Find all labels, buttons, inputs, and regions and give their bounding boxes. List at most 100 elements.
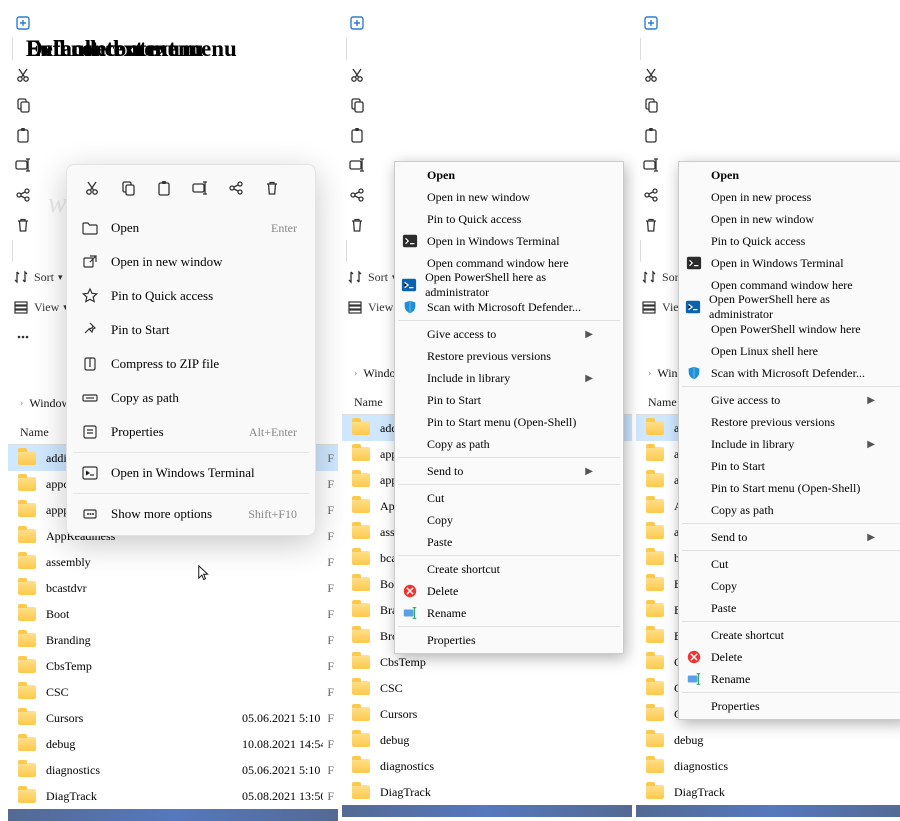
cut-icon[interactable] bbox=[77, 173, 107, 203]
menu-item[interactable]: Delete bbox=[681, 646, 900, 668]
rename-icon[interactable] bbox=[185, 173, 215, 203]
menu-item[interactable]: Open in new window bbox=[681, 208, 900, 230]
menu-item[interactable]: Give access to ▶ bbox=[681, 389, 900, 411]
file-row[interactable]: CbsTemp F bbox=[8, 653, 338, 679]
share-button[interactable] bbox=[8, 180, 38, 210]
menu-item[interactable]: Restore previous versions bbox=[681, 411, 900, 433]
menu-item[interactable]: Cut bbox=[397, 487, 621, 509]
menu-item[interactable]: Create shortcut bbox=[681, 624, 900, 646]
share-button[interactable] bbox=[636, 180, 666, 210]
menu-item[interactable]: Open bbox=[681, 164, 900, 186]
menu-item-icon bbox=[685, 255, 703, 271]
menu-item[interactable]: Pin to Start menu (Open-Shell) bbox=[681, 477, 900, 499]
rename-button[interactable] bbox=[8, 150, 38, 180]
menu-item[interactable]: Open in new window bbox=[397, 186, 621, 208]
menu-properties[interactable]: Properties Alt+Enter bbox=[71, 415, 311, 449]
paste-button[interactable] bbox=[342, 120, 372, 150]
delete-icon[interactable] bbox=[257, 173, 287, 203]
folder-icon bbox=[18, 763, 36, 777]
file-row[interactable]: Cursors 05.06.2021 5:10 F bbox=[8, 705, 338, 731]
file-row[interactable]: Boot F bbox=[8, 601, 338, 627]
menu-item[interactable]: Open PowerShell here as administrator bbox=[397, 274, 621, 296]
file-row[interactable]: DiagTrack bbox=[342, 779, 632, 805]
new-button[interactable] bbox=[636, 8, 666, 38]
menu-item[interactable]: Include in library ▶ bbox=[681, 433, 900, 455]
paste-icon[interactable] bbox=[149, 173, 179, 203]
menu-item[interactable]: Pin to Quick access bbox=[397, 208, 621, 230]
menu-item[interactable]: Properties bbox=[397, 629, 621, 651]
copy-icon[interactable] bbox=[113, 173, 143, 203]
paste-button[interactable] bbox=[636, 120, 666, 150]
menu-item[interactable]: Copy bbox=[681, 575, 900, 597]
menu-item[interactable]: Open in new process bbox=[681, 186, 900, 208]
paste-button[interactable] bbox=[8, 120, 38, 150]
file-row[interactable]: diagnostics bbox=[342, 753, 632, 779]
rename-button[interactable] bbox=[636, 150, 666, 180]
menu-item[interactable]: Properties bbox=[681, 695, 900, 717]
share-button[interactable] bbox=[342, 180, 372, 210]
menu-item[interactable]: Pin to Start bbox=[681, 455, 900, 477]
folder-icon bbox=[646, 629, 664, 643]
copy-button[interactable] bbox=[342, 90, 372, 120]
menu-item[interactable]: Copy as path bbox=[681, 499, 900, 521]
menu-item[interactable]: Open PowerShell here as administrator bbox=[681, 296, 900, 318]
menu-pin-start[interactable]: Pin to Start bbox=[71, 313, 311, 347]
menu-copy-path[interactable]: Copy as path bbox=[71, 381, 311, 415]
file-row[interactable]: diagnostics 05.06.2021 5:10 F bbox=[8, 757, 338, 783]
menu-item[interactable]: Pin to Start bbox=[397, 389, 621, 411]
file-row[interactable]: Branding F bbox=[8, 627, 338, 653]
menu-item[interactable]: Give access to ▶ bbox=[397, 323, 621, 345]
menu-item[interactable]: Rename bbox=[397, 602, 621, 624]
menu-show-more[interactable]: Show more options Shift+F10 bbox=[71, 497, 311, 531]
more-button[interactable] bbox=[8, 322, 38, 352]
menu-item[interactable]: Create shortcut bbox=[397, 558, 621, 580]
menu-open[interactable]: Open Enter bbox=[71, 211, 311, 245]
cut-button[interactable] bbox=[636, 60, 666, 90]
menu-item[interactable]: Copy bbox=[397, 509, 621, 531]
file-row[interactable]: CSC bbox=[342, 675, 632, 701]
file-row[interactable]: bcastdvr F bbox=[8, 575, 338, 601]
file-row[interactable]: Cursors bbox=[342, 701, 632, 727]
cut-button[interactable] bbox=[8, 60, 38, 90]
file-row[interactable]: CSC F bbox=[8, 679, 338, 705]
file-row[interactable]: debug 10.08.2021 14:54 F bbox=[8, 731, 338, 757]
menu-open-terminal[interactable]: Open in Windows Terminal bbox=[71, 456, 311, 490]
cut-button[interactable] bbox=[342, 60, 372, 90]
folder-icon bbox=[18, 529, 36, 543]
file-row[interactable]: assembly F bbox=[8, 549, 338, 575]
menu-item[interactable]: Pin to Quick access bbox=[681, 230, 900, 252]
menu-item[interactable]: Delete bbox=[397, 580, 621, 602]
menu-item[interactable]: Copy as path bbox=[397, 433, 621, 455]
delete-button[interactable] bbox=[8, 210, 38, 240]
rename-button[interactable] bbox=[342, 150, 372, 180]
menu-item[interactable]: Open Linux shell here bbox=[681, 340, 900, 362]
copy-button[interactable] bbox=[636, 90, 666, 120]
menu-open-new-window[interactable]: Open in new window bbox=[71, 245, 311, 279]
menu-item[interactable]: Pin to Start menu (Open-Shell) bbox=[397, 411, 621, 433]
file-row[interactable]: diagnostics bbox=[636, 753, 900, 779]
menu-item[interactable]: Include in library ▶ bbox=[397, 367, 621, 389]
file-row[interactable]: debug bbox=[636, 727, 900, 753]
delete-button[interactable] bbox=[342, 210, 372, 240]
file-row[interactable]: DiagTrack bbox=[636, 779, 900, 805]
new-button[interactable] bbox=[8, 8, 38, 38]
menu-item[interactable]: Send to ▶ bbox=[681, 526, 900, 548]
new-button[interactable] bbox=[342, 8, 372, 38]
menu-item[interactable]: Open bbox=[397, 164, 621, 186]
menu-item[interactable]: Restore previous versions bbox=[397, 345, 621, 367]
menu-item[interactable]: Open in Windows Terminal bbox=[397, 230, 621, 252]
menu-compress-zip[interactable]: Compress to ZIP file bbox=[71, 347, 311, 381]
menu-item[interactable]: Rename bbox=[681, 668, 900, 690]
share-icon[interactable] bbox=[221, 173, 251, 203]
menu-item[interactable]: Send to ▶ bbox=[397, 460, 621, 482]
menu-item[interactable]: Paste bbox=[397, 531, 621, 553]
copy-button[interactable] bbox=[8, 90, 38, 120]
menu-item[interactable]: Scan with Microsoft Defender... bbox=[681, 362, 900, 384]
menu-pin-quick[interactable]: Pin to Quick access bbox=[71, 279, 311, 313]
file-row[interactable]: debug bbox=[342, 727, 632, 753]
menu-item[interactable]: Paste bbox=[681, 597, 900, 619]
menu-item[interactable]: Cut bbox=[681, 553, 900, 575]
menu-item[interactable]: Open in Windows Terminal bbox=[681, 252, 900, 274]
delete-button[interactable] bbox=[636, 210, 666, 240]
file-row[interactable]: DiagTrack 05.08.2021 13:50 F bbox=[8, 783, 338, 809]
